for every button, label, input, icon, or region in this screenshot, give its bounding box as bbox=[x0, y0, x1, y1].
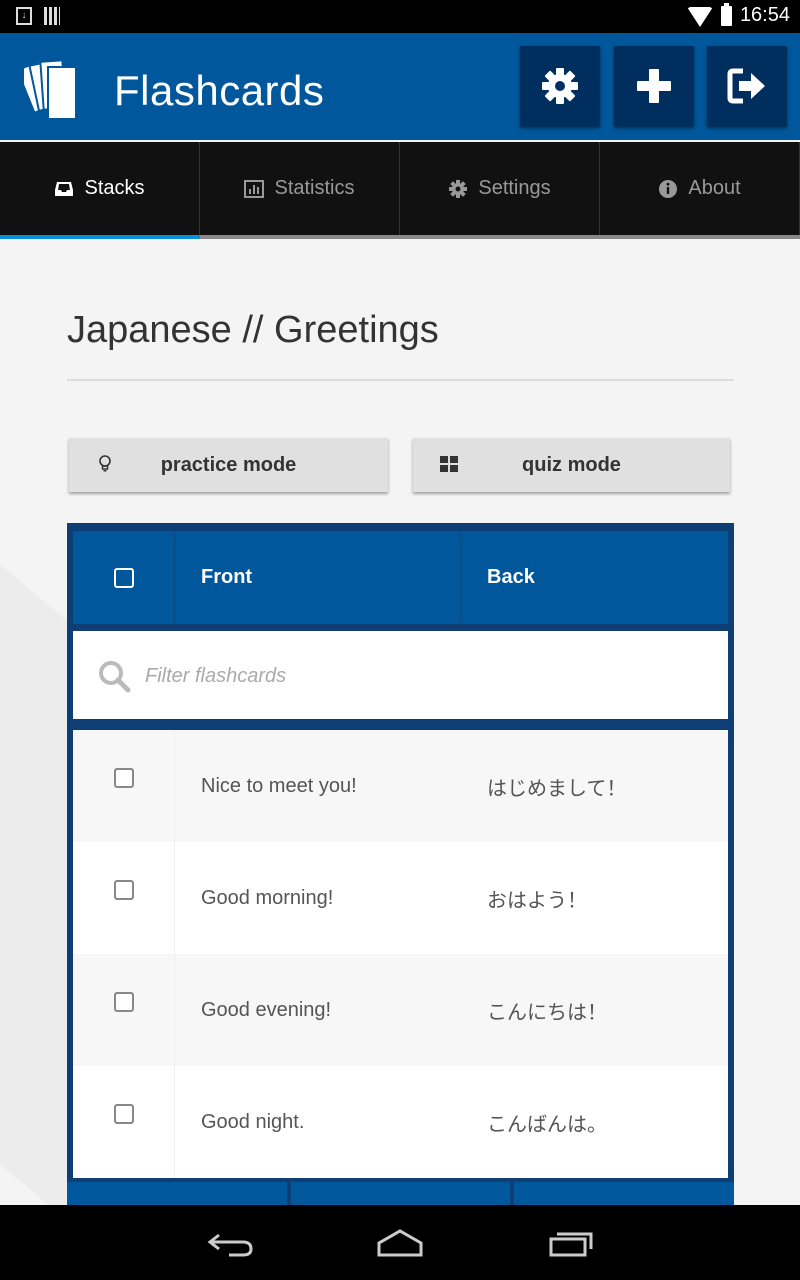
cards-logo-icon bbox=[24, 59, 77, 120]
tab-about-label: About bbox=[688, 177, 741, 199]
header-front[interactable]: Front bbox=[175, 531, 461, 624]
table-row[interactable]: Good evening! こんにちは！ bbox=[73, 954, 728, 1066]
row-front: Good evening! bbox=[201, 998, 332, 1021]
tab-stacks[interactable]: Stacks bbox=[0, 142, 200, 235]
battery-icon bbox=[720, 2, 732, 26]
row-back: はじめまして！ bbox=[487, 777, 627, 800]
app-bar: Flashcards bbox=[0, 33, 800, 140]
row-front: Nice to meet you! bbox=[201, 774, 357, 797]
row-back: おはよう！ bbox=[487, 889, 587, 912]
tab-settings[interactable]: Settings bbox=[400, 142, 600, 235]
title-divider bbox=[67, 379, 734, 381]
header-back[interactable]: Back bbox=[461, 531, 728, 624]
footer-button[interactable] bbox=[290, 1182, 511, 1205]
settings-button[interactable] bbox=[520, 46, 600, 126]
row-back: こんばんは。 bbox=[487, 1113, 607, 1136]
app-title: Flashcards bbox=[114, 67, 325, 114]
practice-mode-label: practice mode bbox=[160, 453, 297, 476]
table-footer-buttons bbox=[67, 1182, 735, 1205]
download-notification-icon: ↓ bbox=[16, 7, 32, 25]
lightbulb-icon bbox=[99, 455, 111, 472]
tab-statistics-label: Statistics bbox=[274, 177, 355, 199]
info-icon bbox=[659, 179, 678, 198]
system-nav-bar bbox=[0, 1205, 800, 1280]
row-checkbox[interactable] bbox=[113, 768, 134, 788]
gear-icon bbox=[449, 179, 468, 198]
row-checkbox[interactable] bbox=[113, 880, 134, 900]
tab-bar: Stacks Statistics Settings About bbox=[0, 142, 800, 241]
table-row[interactable]: Good night. こんばんは。 bbox=[73, 1066, 728, 1178]
home-icon[interactable] bbox=[375, 1227, 425, 1259]
status-time: 16:54 bbox=[739, 4, 790, 26]
bar-chart-icon bbox=[244, 179, 265, 198]
logout-button[interactable] bbox=[707, 46, 787, 126]
tab-stacks-label: Stacks bbox=[84, 177, 145, 199]
row-back: こんにちは！ bbox=[487, 1001, 607, 1024]
table-row[interactable]: Nice to meet you! はじめまして！ bbox=[73, 730, 728, 842]
add-button[interactable] bbox=[614, 46, 694, 126]
grid-icon bbox=[440, 456, 458, 472]
row-checkbox[interactable] bbox=[113, 1104, 134, 1124]
table-header: Front Back bbox=[73, 531, 728, 624]
row-front: Good morning! bbox=[201, 886, 334, 909]
filter-bar bbox=[73, 631, 728, 719]
quiz-mode-button[interactable]: quiz mode bbox=[413, 438, 730, 492]
table-row[interactable]: Good morning! おはよう！ bbox=[73, 842, 728, 954]
inbox-icon bbox=[55, 181, 74, 196]
row-front: Good night. bbox=[201, 1110, 305, 1133]
back-icon[interactable] bbox=[205, 1227, 255, 1259]
gear-icon bbox=[542, 68, 578, 104]
quiz-mode-label: quiz mode bbox=[522, 453, 621, 476]
wifi-icon bbox=[686, 6, 713, 27]
row-checkbox-cell bbox=[73, 842, 175, 954]
recent-apps-icon[interactable] bbox=[545, 1227, 595, 1259]
tab-settings-label: Settings bbox=[478, 177, 551, 199]
barcode-notification-icon bbox=[44, 7, 60, 25]
status-bar: ↓ 16:54 bbox=[0, 0, 800, 33]
main-content: Japanese // Greetings practice mode quiz… bbox=[0, 239, 800, 1205]
practice-mode-button[interactable]: practice mode bbox=[69, 438, 388, 492]
tab-about[interactable]: About bbox=[600, 142, 800, 235]
header-checkbox-cell bbox=[73, 531, 175, 624]
row-checkbox-cell bbox=[73, 1066, 175, 1178]
plus-icon bbox=[637, 69, 671, 103]
row-checkbox-cell bbox=[73, 954, 175, 1066]
tab-statistics[interactable]: Statistics bbox=[200, 142, 400, 235]
page-title: Japanese // Greetings bbox=[67, 309, 439, 351]
table-body: Nice to meet you! はじめまして！ Good morning! … bbox=[73, 730, 728, 1178]
select-all-checkbox[interactable] bbox=[113, 567, 134, 588]
footer-button[interactable] bbox=[67, 1182, 287, 1205]
search-icon bbox=[99, 661, 131, 693]
filter-input[interactable] bbox=[143, 655, 707, 697]
flashcards-table: Front Back Nice to meet you! はじめまして！ Goo… bbox=[67, 523, 735, 1205]
sign-out-icon bbox=[727, 68, 765, 104]
row-checkbox[interactable] bbox=[113, 992, 134, 1012]
footer-button[interactable] bbox=[514, 1182, 735, 1205]
row-checkbox-cell bbox=[73, 730, 175, 842]
